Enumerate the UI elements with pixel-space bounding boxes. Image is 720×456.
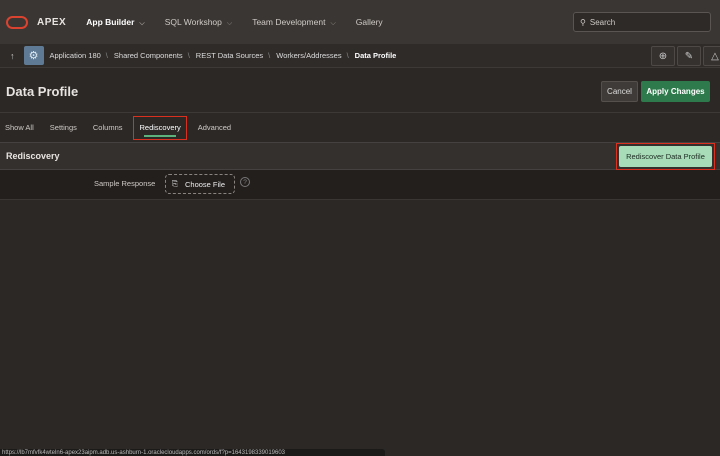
search-placeholder: Search <box>589 17 616 27</box>
separator: \ <box>187 51 190 60</box>
tab-rediscovery[interactable]: Rediscovery <box>133 115 187 140</box>
breadcrumb-shared-components[interactable]: Shared Components <box>114 51 183 60</box>
separator: \ <box>105 51 108 60</box>
tab-bar: Show All Settings Columns Rediscovery Ad… <box>0 112 720 142</box>
separator: \ <box>346 51 349 60</box>
sample-response-label: Sample Response <box>94 179 156 188</box>
region-body: Sample Response ⎘ Choose File ? <box>0 170 720 200</box>
oracle-logo-icon[interactable] <box>6 15 28 29</box>
separator: \ <box>268 51 271 60</box>
top-header: APEX App Builder ⌵ SQL Workshop ⌵ Team Dev… <box>0 0 720 44</box>
gear-icon: ⚙ <box>23 46 44 65</box>
choose-file-label: Choose File <box>185 179 226 189</box>
choose-file-button[interactable]: ⎘ Choose File <box>165 174 235 194</box>
tab-advanced[interactable]: Advanced <box>193 113 236 143</box>
comment-add-icon[interactable]: ⊕ <box>651 46 675 66</box>
help-icon[interactable]: ? <box>240 177 250 187</box>
region-title: Rediscovery <box>6 151 60 161</box>
shapes-icon[interactable]: △ <box>703 46 720 66</box>
status-bar-url: https://lb7mfvfk4wteln6-apex23aipm.adb.u… <box>0 449 385 456</box>
tab-columns[interactable]: Columns <box>88 113 128 143</box>
file-icon: ⎘ <box>172 179 178 188</box>
breadcrumb-application[interactable]: Application 180 <box>50 51 101 60</box>
breadcrumb-current: Data Profile <box>354 51 397 60</box>
brand[interactable]: APEX <box>37 17 66 28</box>
nav-label: App Builder <box>86 16 135 27</box>
apply-changes-button[interactable]: Apply Changes <box>641 81 710 102</box>
nav-label: Team Development <box>252 16 326 27</box>
chevron-down-icon: ⌵ <box>139 19 145 27</box>
nav-gallery[interactable]: Gallery <box>356 17 383 28</box>
breadcrumb-workers-addresses[interactable]: Workers/Addresses <box>276 51 341 60</box>
search-input[interactable]: ⚲ Search <box>573 12 711 32</box>
nav-team-development[interactable]: Team Development ⌵ <box>252 17 336 28</box>
region-header: Rediscovery <box>0 142 720 170</box>
nav-sql-workshop[interactable]: SQL Workshop ⌵ <box>165 17 232 28</box>
tab-show-all[interactable]: Show All <box>0 113 39 143</box>
cancel-button[interactable]: Cancel <box>601 81 638 102</box>
chevron-down-icon: ⌵ <box>226 19 233 27</box>
arrow-up-icon[interactable]: ↑ <box>10 51 15 61</box>
page-title: Data Profile <box>6 84 79 99</box>
nav-label: SQL Workshop <box>164 16 222 27</box>
wrench-icon[interactable]: ✎ <box>677 46 701 66</box>
search-icon: ⚲ <box>580 17 586 27</box>
tab-settings[interactable]: Settings <box>45 113 82 143</box>
nav-app-builder[interactable]: App Builder ⌵ <box>86 17 144 28</box>
breadcrumb: ↑ ⚙ Application 180 \ Shared Components \ … <box>0 44 720 68</box>
rediscover-button-highlight: Rediscover Data Profile <box>616 143 715 170</box>
chevron-down-icon: ⌵ <box>330 19 336 27</box>
rediscover-data-profile-button[interactable]: Rediscover Data Profile <box>619 146 712 167</box>
breadcrumb-rest-data-sources[interactable]: REST Data Sources <box>196 51 263 60</box>
